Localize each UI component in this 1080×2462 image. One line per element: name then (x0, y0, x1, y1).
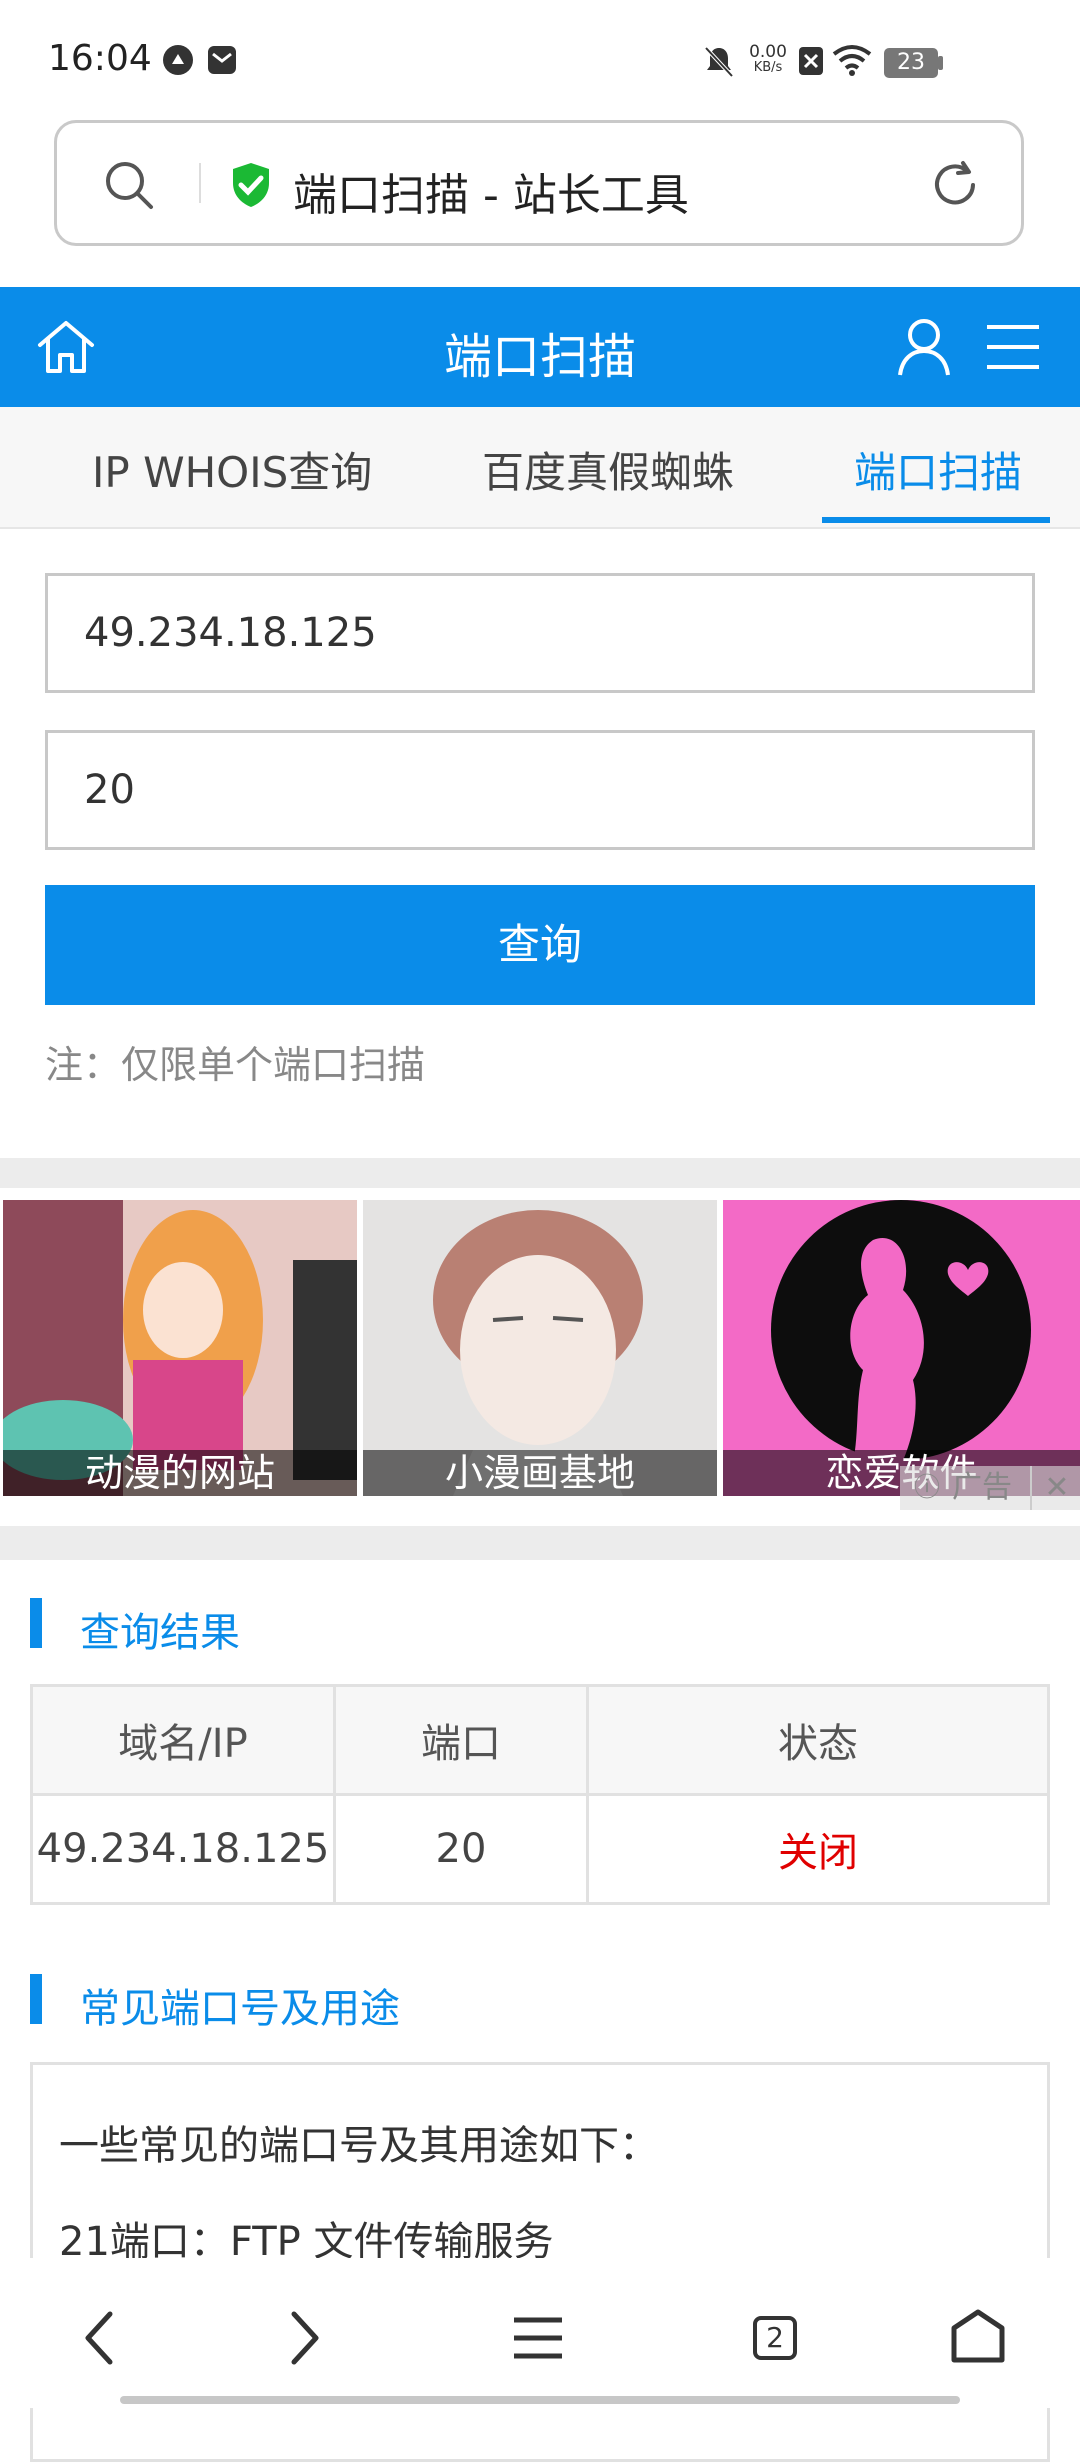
results-heading: 查询结果 (30, 1598, 630, 1656)
query-button[interactable]: 查询 (45, 885, 1035, 1005)
address-divider (199, 163, 201, 203)
user-icon[interactable] (896, 315, 952, 379)
ip-input[interactable]: 49.234.18.125 (45, 573, 1035, 693)
tab-ip-whois[interactable]: IP WHOIS查询 (92, 439, 372, 500)
tab-baidu-spider[interactable]: 百度真假蜘蛛 (482, 439, 734, 500)
column-header: 状态 (586, 1684, 1050, 1796)
form-note: 注：仅限单个端口扫描 (45, 1043, 426, 1087)
status-time: 16:04 (48, 38, 152, 79)
column-header: 域名/IP (30, 1684, 336, 1796)
browser-bottom-nav: 2 (0, 2258, 1080, 2408)
mail-notification-icon (208, 46, 236, 74)
ad-badge[interactable]: ⓘ 广告 ✕ (900, 1466, 1080, 1510)
port-input[interactable]: 20 (45, 730, 1035, 850)
address-bar[interactable]: 端口扫描 - 站长工具 (54, 120, 1024, 246)
no-sim-icon (799, 47, 823, 75)
tab-port-scan[interactable]: 端口扫描 (854, 439, 1022, 500)
ad-item[interactable]: 恋爱软件 (723, 1200, 1080, 1496)
ad-caption: 小漫画基地 (363, 1450, 717, 1496)
ad-label: 广告 (952, 1470, 1012, 1505)
section-divider (0, 1158, 1080, 1188)
page-title[interactable]: 端口扫描 - 站长工具 (293, 159, 689, 223)
home-indicator[interactable] (120, 2396, 960, 2404)
cell-port: 20 (333, 1793, 589, 1905)
battery-cap (938, 56, 943, 70)
home-tab-icon[interactable] (938, 2298, 1018, 2378)
ad-item[interactable]: 动漫的网站 (3, 1200, 357, 1496)
cell-host: 49.234.18.125 (30, 1793, 336, 1905)
table-row: 49.234.18.125 20 关闭 (30, 1793, 1050, 1905)
search-icon[interactable] (101, 157, 157, 213)
back-icon[interactable] (62, 2298, 142, 2378)
results-heading-text: 查询结果 (80, 1610, 240, 1656)
refresh-icon[interactable] (927, 157, 983, 213)
ports-heading: 常见端口号及用途 (30, 1974, 730, 2032)
tool-tabs: IP WHOIS查询 百度真假蜘蛛 端口扫描 (0, 407, 1080, 529)
ad-caption: 动漫的网站 (3, 1450, 357, 1496)
mute-bell-icon (704, 46, 734, 78)
ports-heading-text: 常见端口号及用途 (80, 1986, 400, 2032)
ad-info-icon: ⓘ (914, 1473, 941, 1503)
menu-icon[interactable] (984, 321, 1042, 373)
status-bar: 16:04 0.00 KB/s 23 (0, 0, 1080, 120)
app-notification-icon (163, 45, 193, 75)
active-tab-indicator (822, 517, 1050, 523)
cell-status: 关闭 (586, 1793, 1050, 1905)
heading-bar (30, 1974, 42, 2024)
table-header-row: 域名/IP 端口 状态 (30, 1684, 1050, 1796)
site-header: 端口扫描 (0, 287, 1080, 407)
results-table: 域名/IP 端口 状态 49.234.18.125 20 关闭 (30, 1684, 1050, 1905)
section-divider (0, 1526, 1080, 1560)
heading-bar (30, 1598, 42, 1648)
wifi-icon (832, 45, 872, 76)
menu-list-icon[interactable] (498, 2298, 578, 2378)
column-header: 端口 (333, 1684, 589, 1796)
battery-icon: 23 (884, 48, 938, 78)
ports-intro: 一些常见的端口号及其用途如下： (59, 2123, 659, 2169)
security-shield-icon (233, 163, 269, 207)
forward-icon[interactable] (262, 2298, 342, 2378)
ad-item[interactable]: 小漫画基地 (363, 1200, 717, 1496)
net-speed: 0.00 KB/s (749, 42, 787, 76)
tabs-button[interactable]: 2 (735, 2298, 815, 2378)
ad-close-icon[interactable]: ✕ (1030, 1466, 1080, 1510)
tab-count: 2 (753, 2316, 797, 2360)
